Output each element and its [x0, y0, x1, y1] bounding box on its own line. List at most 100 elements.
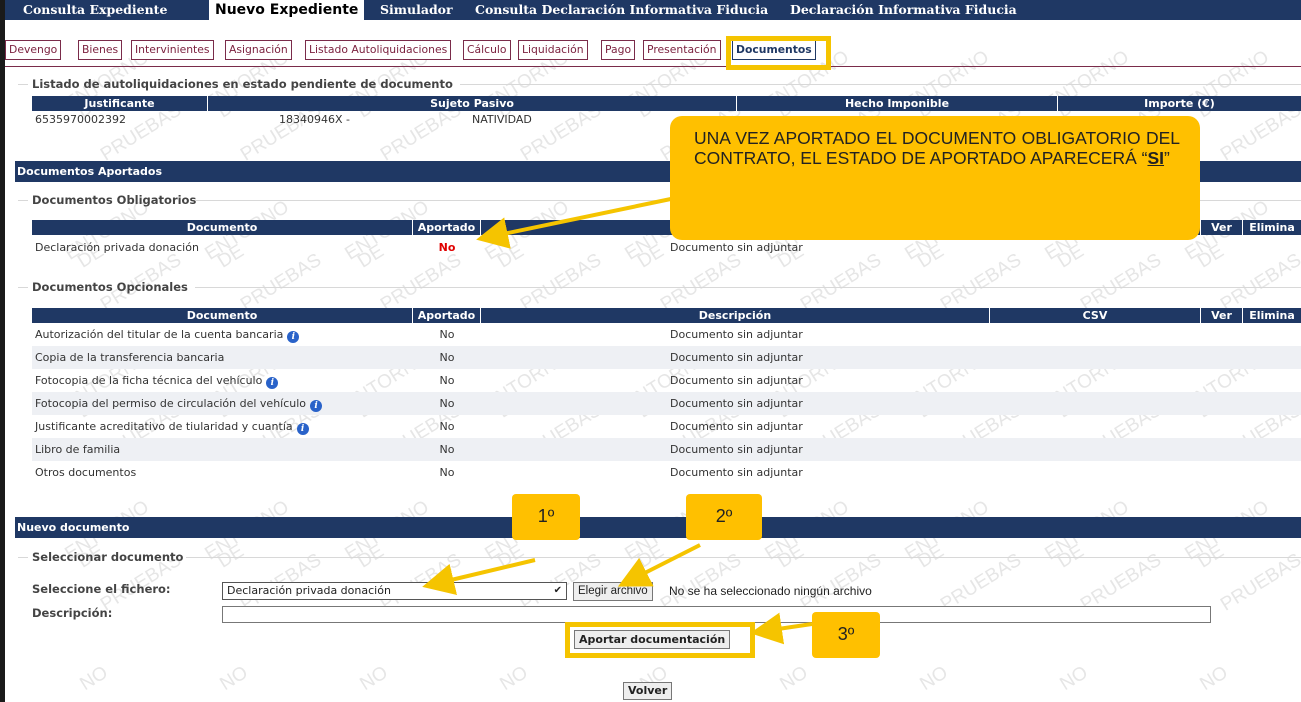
- doc-name: Fotocopia del permiso de circulación del…: [35, 397, 307, 410]
- doc-descripcion: Documento sin adjuntar: [670, 443, 803, 456]
- group-line: [18, 200, 28, 201]
- callout-emphasis: SI: [1147, 148, 1165, 168]
- doc-name-cell: Fotocopia del permiso de circulación del…: [35, 392, 323, 415]
- descripcion-input[interactable]: [222, 606, 1211, 623]
- tab-bienes[interactable]: Bienes: [78, 40, 123, 60]
- row-nif: 18340946X -: [279, 113, 350, 126]
- col-sujeto-pasivo: Sujeto Pasivo: [208, 96, 737, 111]
- watermark-text: PRUEBAS: [1217, 249, 1301, 316]
- watermark-text: PRUEBAS: [237, 249, 326, 316]
- callout-step-2: 2º: [686, 494, 762, 540]
- top-menu: Consulta Expediente Nuevo Expediente Sim…: [5, 0, 1301, 20]
- doc-name: Autorización del titular de la cuenta ba…: [35, 328, 284, 341]
- col-eliminar: Elimina: [1249, 309, 1295, 322]
- doc-name-cell: Fotocopia de la ficha técnica del vehícu…: [35, 369, 279, 392]
- doc-descripcion: Documento sin adjuntar: [670, 466, 803, 479]
- volver-button[interactable]: Volver: [623, 682, 673, 700]
- group-line: [460, 84, 1301, 85]
- opcionales-table-header: Documento Aportado Descripción CSV Ver E…: [32, 308, 1301, 323]
- col-documento: Documento: [32, 220, 413, 235]
- table-row[interactable]: Libro de familia No Documento sin adjunt…: [32, 438, 1301, 461]
- info-icon[interactable]: i: [287, 331, 300, 343]
- table-row[interactable]: Autorización del titular de la cuenta ba…: [32, 323, 1301, 346]
- col-ver: Ver: [1201, 308, 1243, 323]
- doc-descripcion: Documento sin adjuntar: [670, 420, 803, 433]
- tab-liquidacion[interactable]: Liquidación: [518, 40, 588, 60]
- group-line: [18, 84, 28, 85]
- col-hecho-imponible: Hecho Imponible: [737, 96, 1058, 111]
- menu-nuevo-expediente[interactable]: Nuevo Expediente: [209, 0, 365, 20]
- watermark-text: PRUEBAS: [1077, 249, 1166, 316]
- tab-devengo[interactable]: Devengo: [5, 40, 62, 60]
- doc-name: Fotocopia de la ficha técnica del vehícu…: [35, 374, 263, 387]
- info-icon[interactable]: i: [296, 423, 309, 435]
- pending-list-title: Listado de autoliquidaciones en estado p…: [32, 77, 453, 91]
- watermark-text: NO: [496, 662, 532, 696]
- doc-name: Libro de familia: [35, 443, 121, 456]
- menu-consulta-declaracion-fiducia[interactable]: Consulta Declaración Informativa Fiducia: [475, 0, 768, 20]
- callout-step-3: 3º: [812, 612, 880, 658]
- doc-aportado-status: No: [439, 466, 455, 479]
- doc-name: Declaración privada donación: [35, 241, 199, 254]
- doc-aportado-status: No: [438, 241, 456, 254]
- arrow-to-aportar: [750, 612, 813, 645]
- watermark-text: NO: [216, 662, 252, 696]
- highlight-documentos-tab: [726, 36, 831, 70]
- table-row[interactable]: Justificante acreditativo de tiularidad …: [32, 415, 1301, 438]
- tab-asignacion[interactable]: Asignación: [225, 40, 292, 60]
- choose-file-button[interactable]: Elegir archivo: [573, 582, 653, 601]
- col-csv: CSV: [990, 308, 1201, 323]
- watermark-text: NO: [76, 662, 112, 696]
- file-status: No se ha seleccionado ningún archivo: [669, 584, 872, 598]
- menu-consulta-expediente[interactable]: Consulta Expediente: [23, 0, 167, 20]
- tab-calculo[interactable]: Cálculo: [463, 40, 511, 60]
- highlight-aportar-button: [565, 622, 755, 658]
- info-icon[interactable]: i: [266, 377, 279, 389]
- callout-text-end: ”: [1164, 148, 1170, 168]
- menu-declaracion-fiducia[interactable]: Declaración Informativa Fiducia: [790, 0, 1017, 20]
- callout-step-1: 1º: [512, 494, 580, 540]
- doc-aportado-status: No: [439, 328, 455, 341]
- watermark-text: NO: [1056, 662, 1092, 696]
- col-documento: Documento: [32, 308, 413, 323]
- doc-aportado-status: No: [439, 351, 455, 364]
- doc-descripcion: Documento sin adjuntar: [670, 397, 803, 410]
- table-row[interactable]: Fotocopia del permiso de circulación del…: [32, 392, 1301, 415]
- tab-listado-autoliquidaciones[interactable]: Listado Autoliquidaciones: [305, 40, 452, 60]
- document-type-select[interactable]: Declaración privada donación ✔: [222, 582, 567, 600]
- watermark-text: PRUEBAS: [937, 249, 1026, 316]
- tab-presentacion[interactable]: Presentación: [643, 40, 721, 60]
- table-row[interactable]: Otros documentos No Documento sin adjunt…: [32, 461, 1301, 484]
- row-justificante: 6535970002392: [35, 113, 126, 126]
- watermark-text: PRUEBAS: [377, 249, 466, 316]
- window-left-edge: [0, 0, 5, 702]
- menu-simulador[interactable]: Simulador: [380, 0, 453, 20]
- doc-name-cell: Justificante acreditativo de tiularidad …: [35, 415, 309, 438]
- doc-descripcion: Documento sin adjuntar: [670, 374, 803, 387]
- arrow-to-file-button: [617, 543, 701, 587]
- doc-descripcion: Documento sin adjuntar: [670, 351, 803, 364]
- info-icon[interactable]: i: [310, 400, 323, 412]
- pending-table-header: Justificante Sujeto Pasivo Hecho Imponib…: [32, 96, 1301, 111]
- doc-name-cell: Autorización del titular de la cuenta ba…: [35, 323, 300, 346]
- tab-pago[interactable]: Pago: [601, 40, 636, 60]
- col-descripcion: Descripción: [481, 308, 990, 323]
- col-justificante: Justificante: [32, 96, 208, 111]
- tab-intervinientes[interactable]: Intervinientes: [131, 40, 214, 60]
- table-row[interactable]: Fotocopia de la ficha técnica del vehícu…: [32, 369, 1301, 392]
- group-line: [18, 287, 28, 288]
- watermark-text: PRUEBAS: [517, 249, 606, 316]
- doc-aportado-status: No: [439, 374, 455, 387]
- watermark-text: NO: [776, 662, 812, 696]
- callout-text: UNA VEZ APORTADO EL DOCUMENTO OBLIGATORI…: [694, 128, 1180, 168]
- watermark-text: NO: [916, 662, 952, 696]
- group-line: [18, 557, 28, 558]
- col-aportado: Aportado: [413, 308, 481, 323]
- watermark-text: PRUEBAS: [657, 249, 746, 316]
- table-row[interactable]: Copia de la transferencia bancaria No Do…: [32, 346, 1301, 369]
- doc-name: Otros documentos: [35, 466, 137, 479]
- obligatorios-title: Documentos Obligatorios: [32, 193, 197, 207]
- doc-aportado-status: No: [439, 420, 455, 433]
- chevron-down-icon: ✔: [553, 585, 562, 596]
- doc-name: Justificante acreditativo de tiularidad …: [35, 420, 293, 433]
